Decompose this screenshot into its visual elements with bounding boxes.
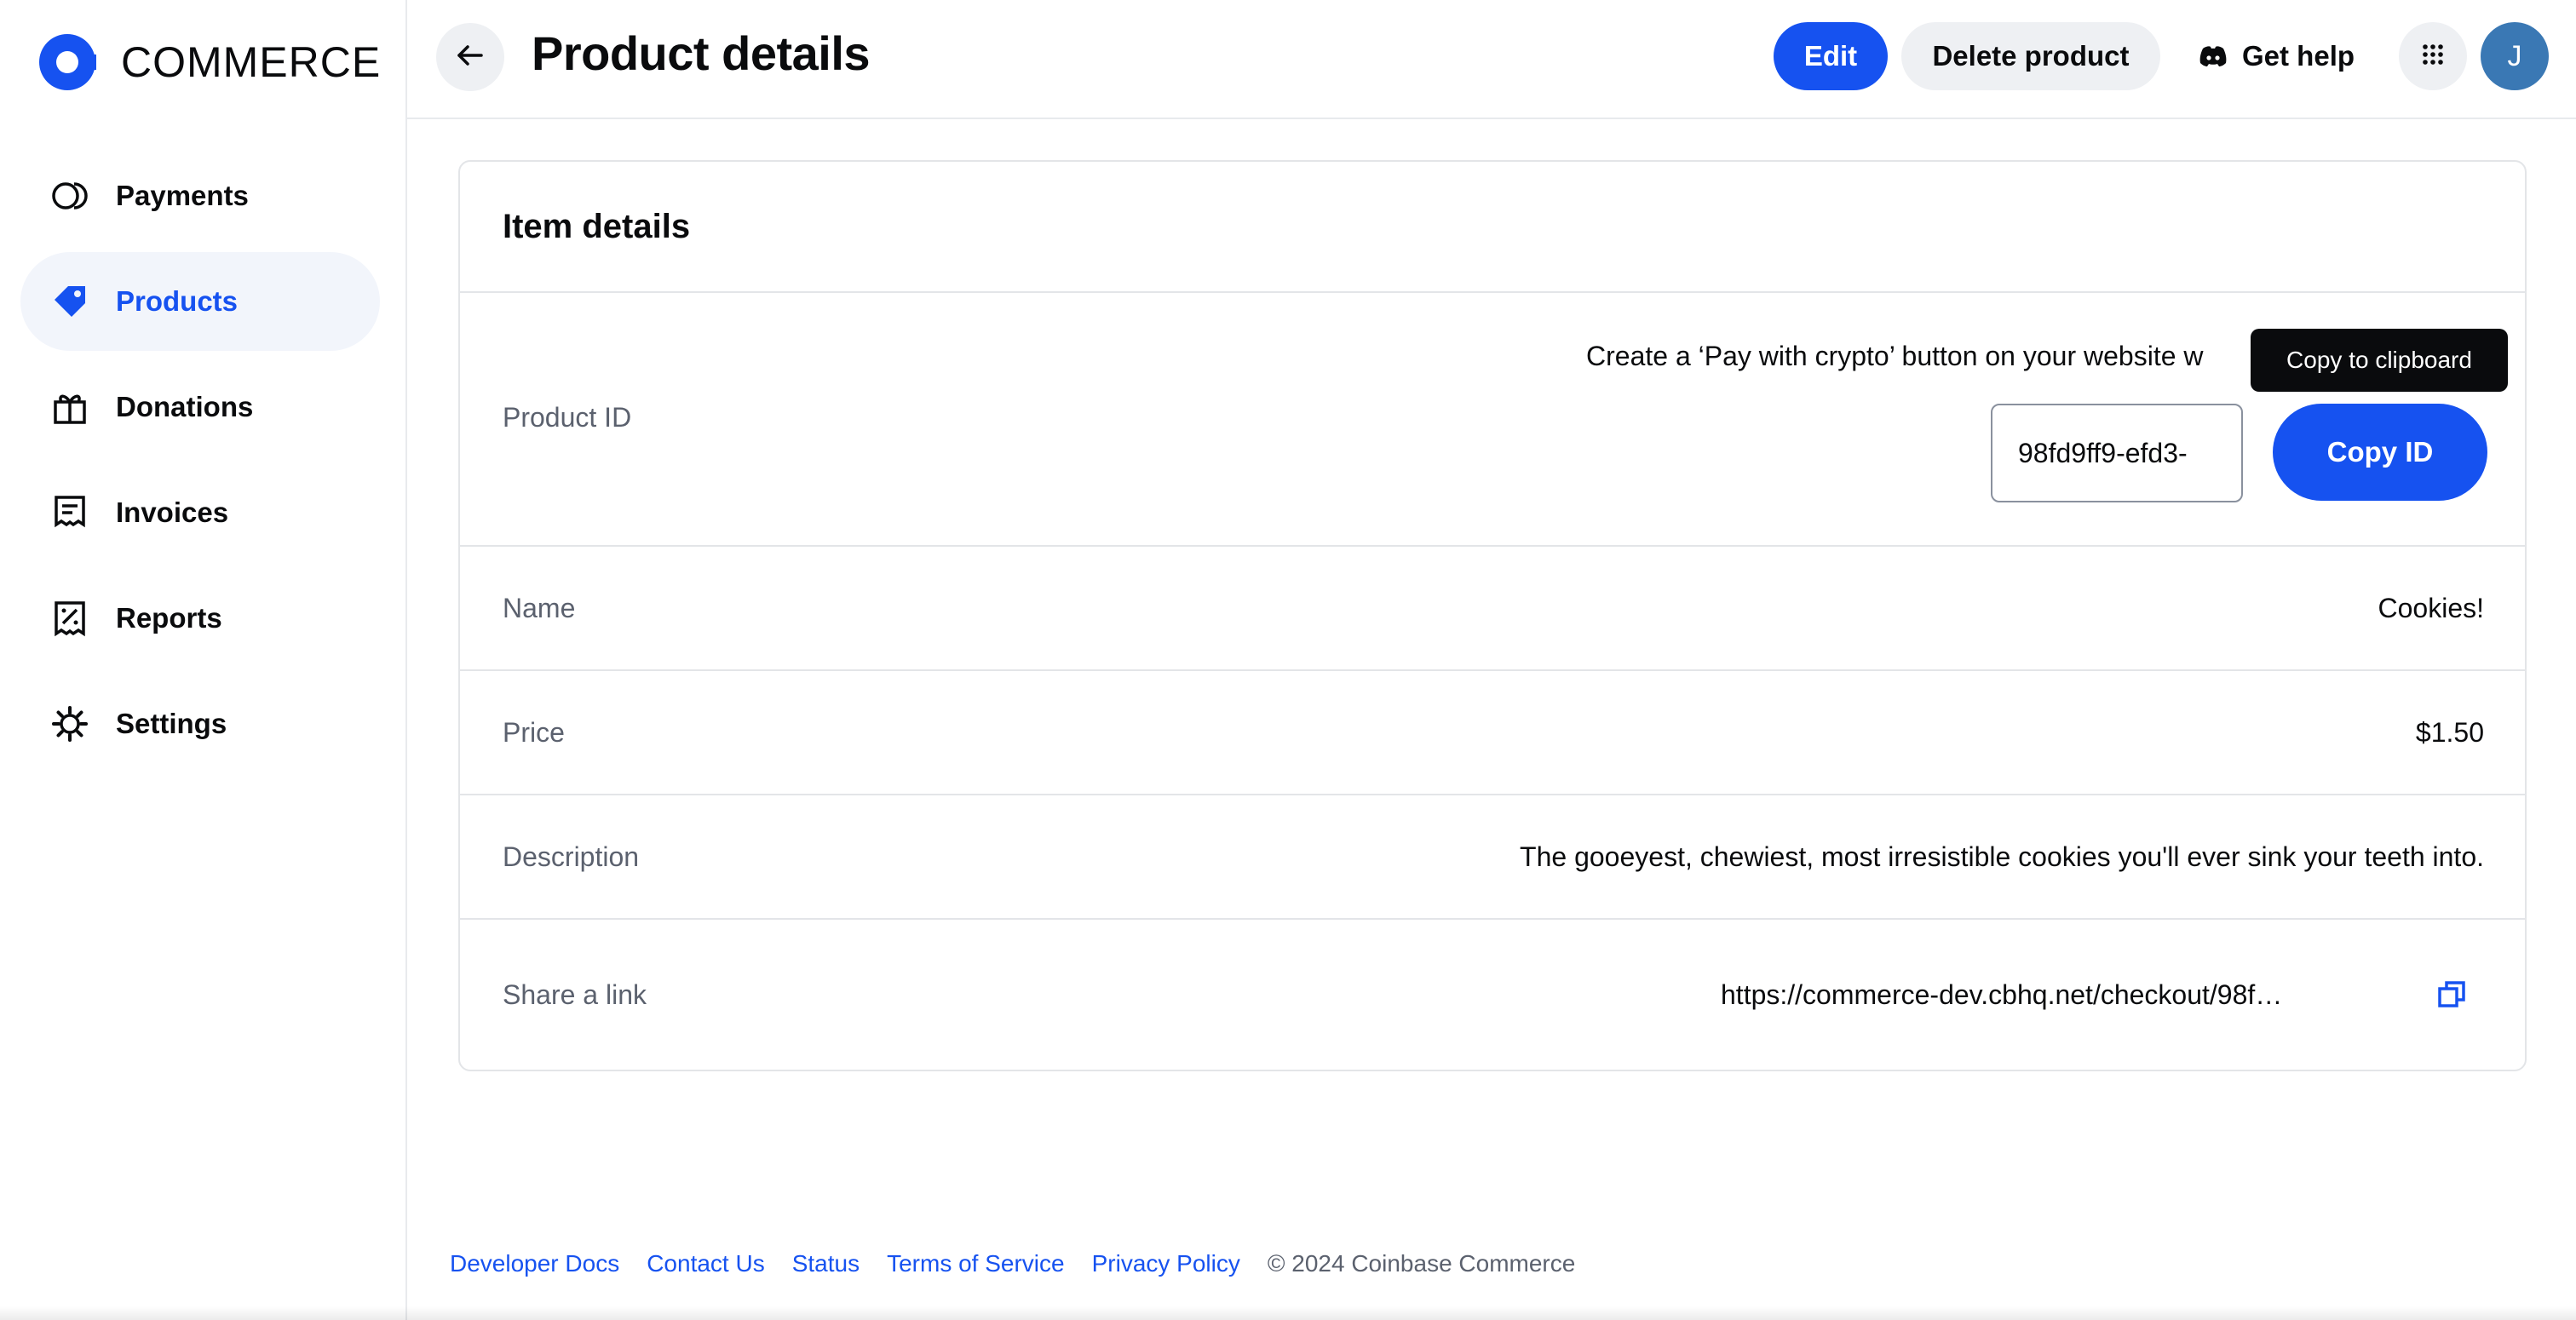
arrow-left-icon [456,41,485,74]
edit-button[interactable]: Edit [1774,22,1888,90]
payments-icon [51,177,89,215]
sidebar-item-label: Products [116,285,239,317]
footer-link-status[interactable]: Status [792,1250,860,1277]
sidebar-item-settings[interactable]: Settings [20,674,380,773]
get-help-label: Get help [2242,40,2355,72]
copyright: © 2024 Coinbase Commerce [1267,1250,1576,1277]
footer-link-contact-us[interactable]: Contact Us [647,1250,765,1277]
share-link-row: Share a link https://commerce-dev.cbhq.n… [460,920,2525,1070]
product-id-row: Product ID Create a ‘Pay with crypto’ bu… [460,293,2525,547]
gift-icon [51,388,89,426]
sidebar-item-reports[interactable]: Reports [20,569,380,668]
sidebar-item-donations[interactable]: Donations [20,358,380,456]
share-link-label: Share a link [503,979,647,1010]
item-details-card: Item details Product ID Create a ‘Pay wi… [458,160,2527,1071]
name-row: Name Cookies! [460,547,2525,671]
pay-button-hint: Create a ‘Pay with crypto’ button on you… [1586,341,2204,371]
delete-product-button[interactable]: Delete product [1901,22,2160,90]
sidebar-item-label: Invoices [116,496,229,528]
price-label: Price [503,717,565,748]
sidebar: COMMERCE Payments Products Donations Inv… [0,0,407,1320]
share-link-value[interactable]: https://commerce-dev.cbhq.net/checkout/9… [1721,979,2283,1011]
description-value: The gooeyest, chewiest, most irresistibl… [1520,841,2484,872]
copy-id-button[interactable]: Copy ID [2273,404,2487,501]
avatar[interactable]: J [2481,22,2549,90]
price-value: $1.50 [2415,717,2484,748]
gear-icon [51,705,89,743]
sidebar-item-label: Payments [116,180,249,211]
sidebar-item-payments[interactable]: Payments [20,146,380,245]
name-label: Name [503,593,576,623]
footer-link-terms[interactable]: Terms of Service [887,1250,1065,1277]
sidebar-nav: Payments Products Donations Invoices Rep… [20,146,380,780]
commerce-logo[interactable]: COMMERCE [39,34,381,90]
description-label: Description [503,841,640,872]
footer-link-developer-docs[interactable]: Developer Docs [450,1250,619,1277]
product-id-label: Product ID [503,402,632,433]
description-row: Description The gooeyest, chewiest, most… [460,795,2525,920]
card-title: Item details [460,162,2525,293]
coinbase-logo-icon [39,34,96,90]
sidebar-item-products[interactable]: Products [20,252,380,351]
get-help-button[interactable]: Get help [2199,22,2355,90]
name-value: Cookies! [2378,593,2485,623]
top-header: Product details Edit Delete product Get … [407,0,2576,119]
price-row: Price $1.50 [460,671,2525,795]
discord-icon [2199,45,2227,67]
apps-grid-button[interactable] [2399,22,2467,90]
percent-report-icon [51,600,89,637]
bottom-shadow [0,1306,2576,1320]
logo-text: COMMERCE [121,38,382,86]
copy-tooltip: Copy to clipboard [2251,329,2508,392]
sidebar-item-invoices[interactable]: Invoices [20,463,380,562]
footer: Developer Docs Contact Us Status Terms o… [450,1250,1575,1277]
grid-icon [2422,43,2444,70]
back-button[interactable] [436,23,504,91]
page-title: Product details [532,26,871,80]
copy-icon[interactable] [2435,978,2469,1012]
sidebar-item-label: Settings [116,708,227,739]
footer-link-privacy[interactable]: Privacy Policy [1092,1250,1240,1277]
product-id-field[interactable]: 98fd9ff9-efd3- [1991,404,2243,502]
sidebar-item-label: Donations [116,391,254,422]
sidebar-item-label: Reports [116,602,222,634]
receipt-icon [51,494,89,531]
tag-icon [51,283,89,320]
